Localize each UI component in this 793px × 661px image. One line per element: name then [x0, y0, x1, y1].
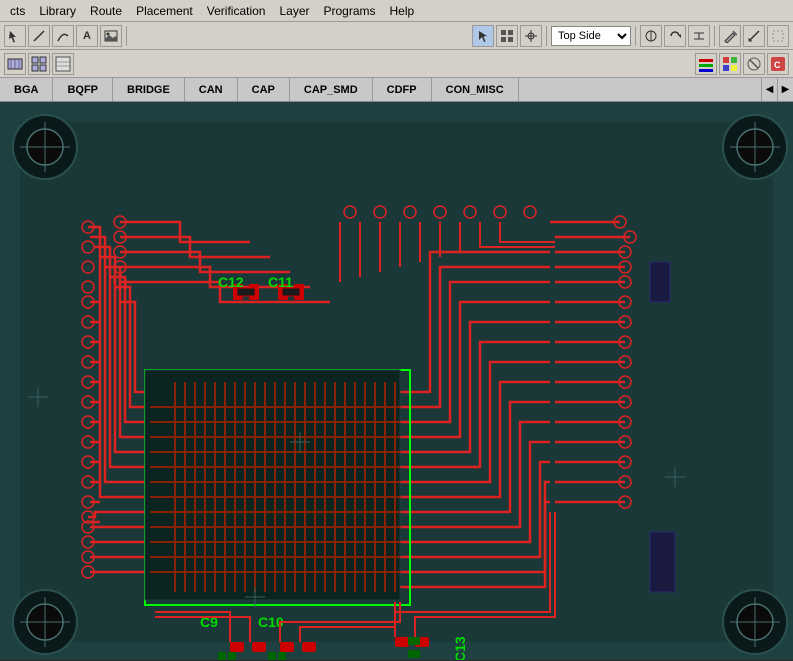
mirror-tool[interactable]: [640, 25, 662, 47]
layer-vis-btn2[interactable]: [719, 53, 741, 75]
svg-text:C12: C12: [218, 274, 244, 290]
pointer-tool-r[interactable]: [472, 25, 494, 47]
toolbar-row1: A Top Side Bottom Side Top Silk: [0, 22, 793, 50]
pencil-tool[interactable]: [719, 25, 741, 47]
menu-programs[interactable]: Programs: [318, 2, 382, 20]
line-tool[interactable]: [28, 25, 50, 47]
menu-route[interactable]: Route: [84, 2, 128, 20]
layer-tab-bqfp[interactable]: BQFP: [53, 78, 113, 102]
grid-component-btn[interactable]: [28, 53, 50, 75]
svg-text:C11: C11: [268, 274, 293, 290]
svg-text:C: C: [774, 60, 781, 70]
grid-display-tool[interactable]: [767, 25, 789, 47]
menu-placement[interactable]: Placement: [130, 2, 199, 20]
rotate-tool[interactable]: [664, 25, 686, 47]
grid-tool[interactable]: [496, 25, 518, 47]
layer-tab-cdfp[interactable]: CDFP: [373, 78, 432, 102]
pcb-view: C12 C11 C9 C10 C13: [0, 102, 793, 660]
pcb-canvas[interactable]: 5Mpix: [0, 102, 793, 660]
menu-help[interactable]: Help: [384, 2, 421, 20]
layer-tab-bridge[interactable]: BRIDGE: [113, 78, 185, 102]
select-tool[interactable]: [4, 25, 26, 47]
separator1: [126, 26, 127, 46]
menu-cts[interactable]: cts: [4, 2, 31, 20]
layer-dropdown[interactable]: Top Side Bottom Side Top Silk: [551, 26, 631, 46]
layer-tab-cap[interactable]: CAP: [238, 78, 290, 102]
layer-scroll-left[interactable]: ◀: [761, 78, 777, 102]
separator3: [635, 26, 636, 46]
layer-tabs-bar: BGA BQFP BRIDGE CAN CAP CAP_SMD CDFP CON…: [0, 78, 793, 102]
toolbar-row2: C: [0, 50, 793, 78]
measure-tool[interactable]: [743, 25, 765, 47]
svg-text:C13: C13: [452, 636, 468, 660]
menu-library[interactable]: Library: [33, 2, 82, 20]
layer-vis-btn1[interactable]: [695, 53, 717, 75]
separator4: [714, 26, 715, 46]
menu-layer[interactable]: Layer: [273, 2, 315, 20]
separator2: [546, 26, 547, 46]
menu-bar: cts Library Route Placement Verification…: [0, 0, 793, 22]
text-tool[interactable]: A: [76, 25, 98, 47]
layer-tab-bga[interactable]: BGA: [0, 78, 53, 102]
menu-verification[interactable]: Verification: [201, 2, 272, 20]
image-tool[interactable]: [100, 25, 122, 47]
flip-tool[interactable]: [688, 25, 710, 47]
component-list-btn[interactable]: [52, 53, 74, 75]
layer-color-btn[interactable]: C: [767, 53, 789, 75]
arc-tool[interactable]: [52, 25, 74, 47]
layer-tab-cap-smd[interactable]: CAP_SMD: [290, 78, 373, 102]
component-place-btn[interactable]: [4, 53, 26, 75]
layer-scroll-right[interactable]: ▶: [777, 78, 793, 102]
crosshair-tool[interactable]: [520, 25, 542, 47]
layer-vis-btn3[interactable]: [743, 53, 765, 75]
layer-tab-con-misc[interactable]: CON_MISC: [432, 78, 519, 102]
layer-tab-can[interactable]: CAN: [185, 78, 238, 102]
